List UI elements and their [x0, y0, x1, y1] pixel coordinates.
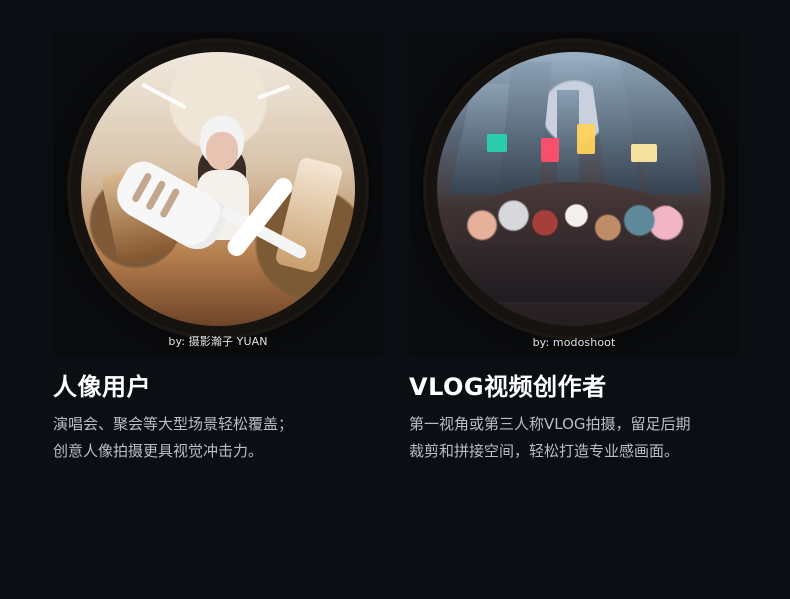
feature-comparison-page: by: 摄影瀚子 YUAN 人像用户 演唱会、聚会等大型场景轻松覆盖； 创意人像…: [0, 0, 790, 599]
city-street-scene: [437, 52, 711, 326]
fisheye-lens-ring: [71, 42, 365, 336]
ceiling-light: [257, 84, 291, 100]
person-head: [206, 132, 238, 170]
building: [498, 62, 552, 194]
description-line: 创意人像拍摄更具视觉冲击力。: [53, 442, 264, 461]
photo-credit: by: modoshoot: [532, 336, 616, 349]
vlog-photo-frame: by: modoshoot: [409, 32, 739, 356]
description-line: 演唱会、聚会等大型场景轻松覆盖；: [53, 415, 294, 434]
billboard: [631, 144, 657, 162]
spatula-slot: [158, 187, 181, 219]
fisheye-lens-ring: [427, 42, 721, 336]
billboard: [541, 138, 559, 162]
vlog-creator-card: by: modoshoot VLOG视频创作者 第一视角或第三人称VLOG拍摄，…: [409, 32, 739, 465]
card-description: 第一视角或第三人称VLOG拍摄，留足后期 裁剪和拼接空间，轻松打造专业感画面。: [409, 411, 729, 465]
card-description: 演唱会、聚会等大型场景轻松覆盖； 创意人像拍摄更具视觉冲击力。: [53, 411, 373, 465]
building: [557, 90, 579, 194]
indoor-portrait-scene: [81, 52, 355, 326]
ceiling-light: [140, 82, 188, 110]
street-crowd: [453, 182, 695, 302]
vlog-fisheye-photo: [437, 52, 711, 326]
billboard: [577, 124, 595, 154]
description-line: 第一视角或第三人称VLOG拍摄，留足后期: [409, 415, 691, 434]
photo-credit: by: 摄影瀚子 YUAN: [168, 335, 268, 348]
portrait-user-card: by: 摄影瀚子 YUAN 人像用户 演唱会、聚会等大型场景轻松覆盖； 创意人像…: [53, 32, 383, 465]
portrait-photo-frame: by: 摄影瀚子 YUAN: [53, 32, 383, 356]
description-line: 裁剪和拼接空间，轻松打造专业感画面。: [409, 442, 680, 461]
card-title: 人像用户: [53, 373, 151, 401]
billboard: [487, 134, 507, 152]
right-shelf: [274, 156, 344, 274]
card-title: VLOG视频创作者: [409, 373, 607, 401]
portrait-fisheye-photo: [81, 52, 355, 326]
